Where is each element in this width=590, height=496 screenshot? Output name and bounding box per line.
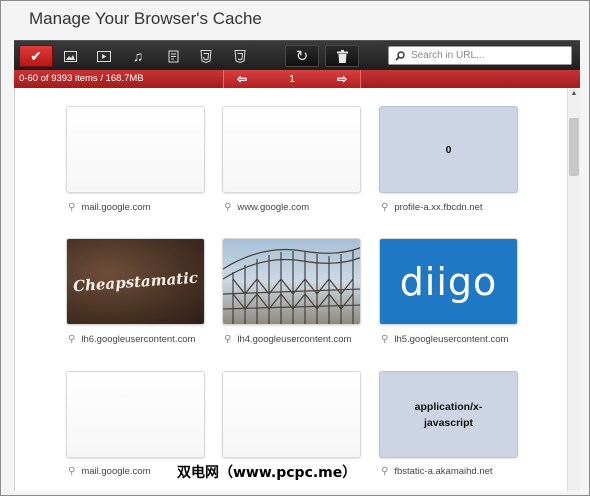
prev-page-icon[interactable]: ⇦ bbox=[237, 72, 247, 86]
cache-item-caption: ⚲ fbstatic-a.akamaihd.net bbox=[381, 466, 493, 477]
mime-label: application/x-javascript bbox=[414, 400, 483, 429]
status-bar: 0-60 of 9393 items / 168.7MB ⇦ 1 ⇨ bbox=[14, 70, 580, 88]
roller-coaster-image bbox=[223, 239, 360, 324]
magnifier-icon[interactable]: ⚲ bbox=[68, 466, 75, 477]
filter-css3-button[interactable] bbox=[229, 45, 251, 67]
cheapstamatic-image: Cheapstamatic bbox=[67, 239, 204, 324]
cache-item-caption: ⚲ mail.google.com bbox=[68, 202, 151, 213]
cache-manager-window: Manage Your Browser's Cache ✔ ♫ ↻ Search… bbox=[0, 0, 590, 496]
page-number: 1 bbox=[289, 73, 295, 85]
cache-item-caption: ⚲ profile-a.xx.fbcdn.net bbox=[381, 202, 483, 213]
magnifier-icon[interactable]: ⚲ bbox=[381, 466, 388, 477]
cache-item-thumbnail[interactable]: application/x-javascript bbox=[379, 371, 518, 458]
toolbar: ✔ ♫ ↻ bbox=[14, 40, 580, 70]
css3-icon bbox=[234, 49, 246, 63]
refresh-icon: ↻ bbox=[295, 48, 309, 65]
trash-icon bbox=[336, 49, 348, 63]
cache-item-caption: ⚲ mail.google.com bbox=[68, 466, 151, 477]
pager: ⇦ 1 ⇨ bbox=[223, 70, 361, 88]
cache-item-thumbnail[interactable]: 0 bbox=[379, 106, 518, 193]
cache-item-caption: ⚲ lh5.googleusercontent.com bbox=[381, 334, 509, 345]
url-search-box[interactable] bbox=[388, 46, 572, 65]
cache-grid: ⚲ mail.google.com ⚲ www.google.com 0 ⚲ prof… bbox=[14, 88, 567, 491]
filter-audio-button[interactable]: ♫ bbox=[127, 45, 149, 67]
scroll-thumb[interactable] bbox=[569, 118, 579, 176]
mime-label: 0 bbox=[445, 143, 452, 156]
cache-item-thumbnail[interactable] bbox=[222, 106, 361, 193]
next-page-icon[interactable]: ⇨ bbox=[337, 72, 347, 86]
video-icon bbox=[97, 50, 111, 62]
cache-item-thumbnail[interactable]: Cheapstamatic bbox=[66, 238, 205, 325]
magnifier-icon[interactable]: ⚲ bbox=[68, 202, 75, 213]
music-icon: ♫ bbox=[132, 48, 144, 64]
delete-button[interactable] bbox=[325, 45, 359, 67]
cache-item-thumbnail[interactable] bbox=[222, 371, 361, 458]
cache-item-thumbnail[interactable]: diigo bbox=[379, 238, 518, 325]
filter-scripts-button[interactable] bbox=[162, 45, 184, 67]
magnifier-icon[interactable]: ⚲ bbox=[381, 202, 388, 213]
page-title: Manage Your Browser's Cache bbox=[29, 9, 262, 28]
cache-item-thumbnail[interactable] bbox=[222, 238, 361, 325]
search-input[interactable] bbox=[411, 50, 561, 61]
cache-item-caption: ⚲ lh6.googleusercontent.com bbox=[68, 334, 196, 345]
script-icon bbox=[168, 50, 178, 62]
checkmark-icon: ✔ bbox=[30, 47, 42, 64]
magnifier-icon[interactable]: ⚲ bbox=[68, 334, 75, 345]
filter-video-button[interactable] bbox=[93, 45, 115, 67]
magnifier-icon[interactable]: ⚲ bbox=[224, 334, 231, 345]
cache-item-caption: ⚲ lh4.googleusercontent.com bbox=[224, 334, 352, 345]
filter-images-button[interactable] bbox=[59, 45, 81, 67]
scroll-up-icon[interactable]: ▲ bbox=[568, 88, 580, 100]
item-count: 0-60 of 9393 items / 168.7MB bbox=[19, 73, 144, 84]
search-icon bbox=[395, 50, 405, 61]
refresh-button[interactable]: ↻ bbox=[285, 45, 319, 67]
vertical-scrollbar[interactable]: ▲ bbox=[567, 88, 580, 491]
magnifier-icon[interactable]: ⚲ bbox=[381, 334, 388, 345]
diigo-logo-image: diigo bbox=[380, 239, 517, 324]
cache-item-thumbnail[interactable] bbox=[66, 106, 205, 193]
select-all-button[interactable]: ✔ bbox=[19, 45, 53, 67]
html5-icon bbox=[200, 49, 212, 63]
magnifier-icon[interactable]: ⚲ bbox=[224, 202, 231, 213]
filter-html5-button[interactable] bbox=[195, 45, 217, 67]
watermark-text: 双电网（www.pcpc.me） bbox=[177, 465, 357, 481]
cache-item-caption: ⚲ www.google.com bbox=[224, 202, 310, 213]
image-icon bbox=[63, 50, 77, 62]
cache-item-thumbnail[interactable] bbox=[66, 371, 205, 458]
